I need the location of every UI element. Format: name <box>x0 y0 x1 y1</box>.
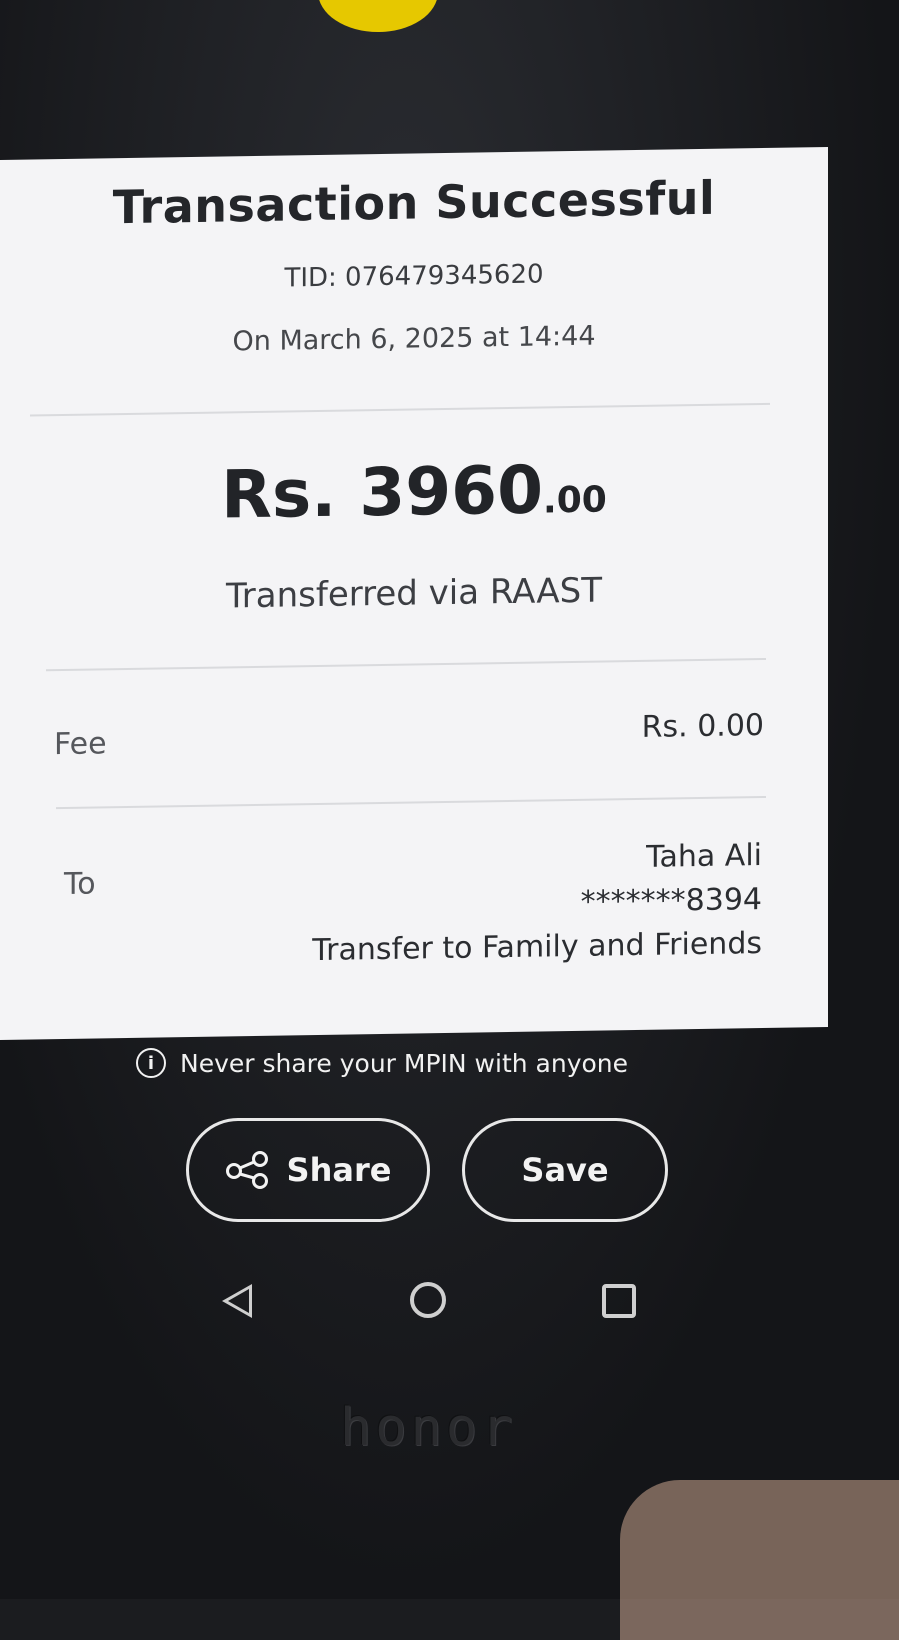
amount-main: Rs. 3960 <box>221 451 544 534</box>
divider <box>30 402 770 417</box>
home-icon[interactable] <box>410 1282 446 1318</box>
recent-apps-icon[interactable] <box>602 1284 636 1318</box>
security-notice-text: Never share your MPIN with anyone <box>180 1048 629 1078</box>
camera-lens <box>318 0 438 32</box>
transaction-receipt: Transaction Successful TID: 076479345620… <box>0 146 828 1040</box>
to-label: To <box>64 866 96 902</box>
share-icon <box>225 1151 268 1189</box>
amount-cents: .00 <box>543 479 607 522</box>
divider <box>46 657 766 672</box>
back-icon[interactable] <box>222 1284 252 1318</box>
transaction-id: TID: 076479345620 <box>284 259 544 294</box>
transaction-amount: Rs. 3960.00 <box>0 447 828 537</box>
divider <box>56 795 766 810</box>
system-navigation-bar <box>0 1262 899 1342</box>
info-icon: i <box>136 1048 166 1078</box>
phone-frame: Transaction Successful TID: 076479345620… <box>0 0 899 1640</box>
share-button[interactable]: Share <box>186 1118 430 1222</box>
security-notice: i Never share your MPIN with anyone <box>136 1048 628 1078</box>
transfer-method: Transferred via RAAST <box>226 570 602 617</box>
fee-label: Fee <box>54 726 107 763</box>
transfer-purpose: Transfer to Family and Friends <box>312 926 762 969</box>
finger <box>620 1480 899 1640</box>
recipient-name: Taha Ali <box>646 838 762 875</box>
recipient-account: *******8394 <box>580 882 762 920</box>
device-brand-logo: honor <box>340 1398 517 1458</box>
save-button[interactable]: Save <box>462 1118 668 1222</box>
transaction-date: On March 6, 2025 at 14:44 <box>232 320 596 358</box>
fee-value: Rs. 0.00 <box>641 707 764 745</box>
save-label: Save <box>521 1151 609 1189</box>
receipt-title: Transaction Successful <box>112 170 716 235</box>
share-label: Share <box>286 1151 392 1189</box>
